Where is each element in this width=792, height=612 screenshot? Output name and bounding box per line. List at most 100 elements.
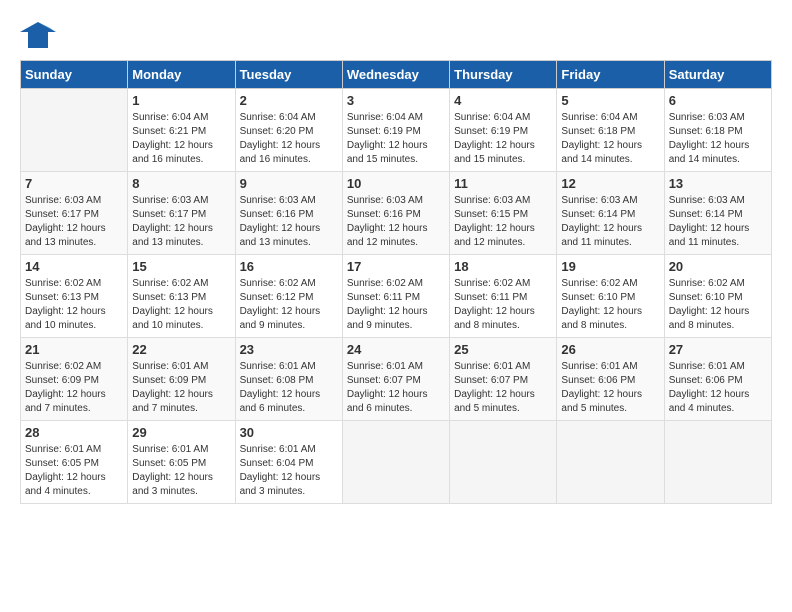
day-number: 13 [669, 176, 767, 191]
day-number: 22 [132, 342, 230, 357]
day-number: 11 [454, 176, 552, 191]
calendar-header-row: SundayMondayTuesdayWednesdayThursdayFrid… [21, 61, 772, 89]
day-number: 17 [347, 259, 445, 274]
logo-icon [20, 20, 56, 50]
day-info: Sunrise: 6:01 AM Sunset: 6:06 PM Dayligh… [669, 360, 767, 416]
day-info: Sunrise: 6:01 AM Sunset: 6:04 PM Dayligh… [240, 443, 338, 499]
day-number: 28 [25, 425, 123, 440]
calendar-cell: 12 Sunrise: 6:03 AM Sunset: 6:14 PM Dayli… [557, 172, 664, 255]
day-info: Sunrise: 6:04 AM Sunset: 6:20 PM Dayligh… [240, 111, 338, 167]
calendar-cell [557, 421, 664, 504]
day-info: Sunrise: 6:02 AM Sunset: 6:11 PM Dayligh… [347, 277, 445, 333]
day-info: Sunrise: 6:01 AM Sunset: 6:05 PM Dayligh… [132, 443, 230, 499]
day-info: Sunrise: 6:02 AM Sunset: 6:09 PM Dayligh… [25, 360, 123, 416]
calendar-cell [342, 421, 449, 504]
day-number: 7 [25, 176, 123, 191]
day-info: Sunrise: 6:02 AM Sunset: 6:12 PM Dayligh… [240, 277, 338, 333]
calendar-table: SundayMondayTuesdayWednesdayThursdayFrid… [20, 60, 772, 504]
day-info: Sunrise: 6:01 AM Sunset: 6:08 PM Dayligh… [240, 360, 338, 416]
day-number: 15 [132, 259, 230, 274]
day-info: Sunrise: 6:01 AM Sunset: 6:07 PM Dayligh… [347, 360, 445, 416]
calendar-cell [450, 421, 557, 504]
day-info: Sunrise: 6:03 AM Sunset: 6:18 PM Dayligh… [669, 111, 767, 167]
day-number: 3 [347, 93, 445, 108]
column-header-wednesday: Wednesday [342, 61, 449, 89]
day-number: 30 [240, 425, 338, 440]
logo [20, 20, 58, 50]
calendar-cell: 21 Sunrise: 6:02 AM Sunset: 6:09 PM Dayli… [21, 338, 128, 421]
day-info: Sunrise: 6:02 AM Sunset: 6:11 PM Dayligh… [454, 277, 552, 333]
day-number: 10 [347, 176, 445, 191]
calendar-cell: 15 Sunrise: 6:02 AM Sunset: 6:13 PM Dayli… [128, 255, 235, 338]
day-number: 14 [25, 259, 123, 274]
day-number: 21 [25, 342, 123, 357]
calendar-week-3: 14 Sunrise: 6:02 AM Sunset: 6:13 PM Dayli… [21, 255, 772, 338]
day-number: 6 [669, 93, 767, 108]
calendar-cell: 17 Sunrise: 6:02 AM Sunset: 6:11 PM Dayli… [342, 255, 449, 338]
day-info: Sunrise: 6:02 AM Sunset: 6:10 PM Dayligh… [561, 277, 659, 333]
day-number: 5 [561, 93, 659, 108]
calendar-cell: 30 Sunrise: 6:01 AM Sunset: 6:04 PM Dayli… [235, 421, 342, 504]
day-info: Sunrise: 6:03 AM Sunset: 6:14 PM Dayligh… [669, 194, 767, 250]
calendar-cell: 6 Sunrise: 6:03 AM Sunset: 6:18 PM Daylig… [664, 89, 771, 172]
day-info: Sunrise: 6:01 AM Sunset: 6:06 PM Dayligh… [561, 360, 659, 416]
column-header-sunday: Sunday [21, 61, 128, 89]
day-info: Sunrise: 6:01 AM Sunset: 6:05 PM Dayligh… [25, 443, 123, 499]
day-info: Sunrise: 6:01 AM Sunset: 6:07 PM Dayligh… [454, 360, 552, 416]
calendar-cell: 25 Sunrise: 6:01 AM Sunset: 6:07 PM Dayli… [450, 338, 557, 421]
day-number: 12 [561, 176, 659, 191]
day-number: 26 [561, 342, 659, 357]
calendar-week-5: 28 Sunrise: 6:01 AM Sunset: 6:05 PM Dayli… [21, 421, 772, 504]
calendar-cell: 29 Sunrise: 6:01 AM Sunset: 6:05 PM Dayli… [128, 421, 235, 504]
calendar-week-4: 21 Sunrise: 6:02 AM Sunset: 6:09 PM Dayli… [21, 338, 772, 421]
day-info: Sunrise: 6:03 AM Sunset: 6:16 PM Dayligh… [240, 194, 338, 250]
calendar-cell: 20 Sunrise: 6:02 AM Sunset: 6:10 PM Dayli… [664, 255, 771, 338]
day-number: 18 [454, 259, 552, 274]
day-info: Sunrise: 6:03 AM Sunset: 6:17 PM Dayligh… [132, 194, 230, 250]
column-header-friday: Friday [557, 61, 664, 89]
column-header-tuesday: Tuesday [235, 61, 342, 89]
calendar-cell: 16 Sunrise: 6:02 AM Sunset: 6:12 PM Dayli… [235, 255, 342, 338]
calendar-cell: 26 Sunrise: 6:01 AM Sunset: 6:06 PM Dayli… [557, 338, 664, 421]
calendar-cell: 2Sunrise: 6:04 AM Sunset: 6:20 PM Daylig… [235, 89, 342, 172]
day-number: 20 [669, 259, 767, 274]
day-number: 24 [347, 342, 445, 357]
day-number: 27 [669, 342, 767, 357]
calendar-cell: 10Sunrise: 6:03 AM Sunset: 6:16 PM Dayli… [342, 172, 449, 255]
calendar-week-2: 7 Sunrise: 6:03 AM Sunset: 6:17 PM Daylig… [21, 172, 772, 255]
calendar-cell: 4Sunrise: 6:04 AM Sunset: 6:19 PM Daylig… [450, 89, 557, 172]
day-number: 23 [240, 342, 338, 357]
calendar-week-1: 1 Sunrise: 6:04 AM Sunset: 6:21 PM Daylig… [21, 89, 772, 172]
calendar-cell: 22Sunrise: 6:01 AM Sunset: 6:09 PM Dayli… [128, 338, 235, 421]
calendar-cell: 23 Sunrise: 6:01 AM Sunset: 6:08 PM Dayli… [235, 338, 342, 421]
day-info: Sunrise: 6:03 AM Sunset: 6:14 PM Dayligh… [561, 194, 659, 250]
calendar-cell: 3Sunrise: 6:04 AM Sunset: 6:19 PM Daylig… [342, 89, 449, 172]
day-info: Sunrise: 6:02 AM Sunset: 6:13 PM Dayligh… [25, 277, 123, 333]
calendar-cell: 7 Sunrise: 6:03 AM Sunset: 6:17 PM Daylig… [21, 172, 128, 255]
day-info: Sunrise: 6:03 AM Sunset: 6:17 PM Dayligh… [25, 194, 123, 250]
day-info: Sunrise: 6:02 AM Sunset: 6:13 PM Dayligh… [132, 277, 230, 333]
calendar-cell: 14 Sunrise: 6:02 AM Sunset: 6:13 PM Dayli… [21, 255, 128, 338]
calendar-cell [21, 89, 128, 172]
calendar-cell: 27 Sunrise: 6:01 AM Sunset: 6:06 PM Dayli… [664, 338, 771, 421]
calendar-cell: 13 Sunrise: 6:03 AM Sunset: 6:14 PM Dayli… [664, 172, 771, 255]
day-info: Sunrise: 6:04 AM Sunset: 6:19 PM Dayligh… [454, 111, 552, 167]
day-number: 16 [240, 259, 338, 274]
day-number: 25 [454, 342, 552, 357]
calendar-cell: 24 Sunrise: 6:01 AM Sunset: 6:07 PM Dayli… [342, 338, 449, 421]
calendar-cell: 11 Sunrise: 6:03 AM Sunset: 6:15 PM Dayli… [450, 172, 557, 255]
calendar-cell: 1 Sunrise: 6:04 AM Sunset: 6:21 PM Daylig… [128, 89, 235, 172]
column-header-saturday: Saturday [664, 61, 771, 89]
calendar-cell: 9Sunrise: 6:03 AM Sunset: 6:16 PM Daylig… [235, 172, 342, 255]
day-number: 1 [132, 93, 230, 108]
day-info: Sunrise: 6:03 AM Sunset: 6:15 PM Dayligh… [454, 194, 552, 250]
column-header-thursday: Thursday [450, 61, 557, 89]
page-header [20, 20, 772, 50]
day-info: Sunrise: 6:04 AM Sunset: 6:21 PM Dayligh… [132, 111, 230, 167]
day-number: 29 [132, 425, 230, 440]
day-info: Sunrise: 6:02 AM Sunset: 6:10 PM Dayligh… [669, 277, 767, 333]
day-number: 19 [561, 259, 659, 274]
calendar-cell: 18 Sunrise: 6:02 AM Sunset: 6:11 PM Dayli… [450, 255, 557, 338]
calendar-cell: 5Sunrise: 6:04 AM Sunset: 6:18 PM Daylig… [557, 89, 664, 172]
calendar-cell: 8Sunrise: 6:03 AM Sunset: 6:17 PM Daylig… [128, 172, 235, 255]
